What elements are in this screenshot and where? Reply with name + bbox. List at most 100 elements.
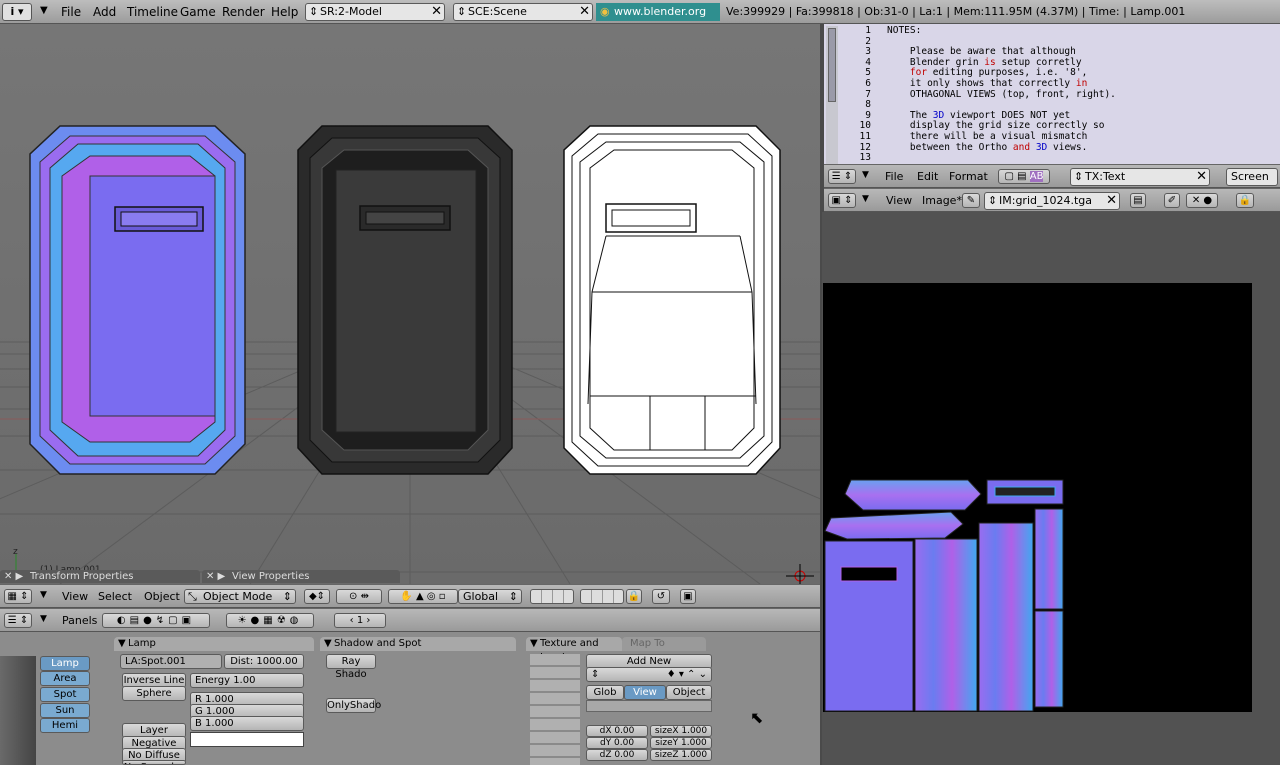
close-icon[interactable]: ✕ [1196,169,1207,184]
text-menu-edit[interactable]: Edit [917,170,938,183]
shaded-mesh[interactable] [297,125,513,475]
transform-properties-panel[interactable]: ✕ ▶ Transform Properties [0,570,200,583]
text-datablock-field[interactable]: ⇕ TX:Text ✕ [1070,168,1210,186]
lamp-type-spot[interactable]: Spot [40,687,90,702]
wireframe-mesh[interactable] [563,125,781,475]
no-specular-button[interactable]: No Specular [122,760,186,765]
shading-subcontext-buttons[interactable]: ☀●▦☢◍ [226,613,314,628]
menu-add[interactable]: Add [93,5,116,19]
layer-buttons-1[interactable] [530,589,574,604]
texture-browse[interactable]: ⇕ ♦ ▾ ⌃ ⌄ [586,667,712,682]
blender-url-badge[interactable]: ◉ www.blender.org 247 [596,3,720,36]
screen-selector[interactable]: ⇕ SR:2-Model ✕ [305,3,445,21]
manipulator-icons[interactable]: ✋ ▲ ◎ ▫ [388,589,458,604]
context-buttons[interactable]: ◐▤●↯▢▣ [102,613,210,628]
pin-icon[interactable]: ✎ [962,193,980,208]
texture-channel-list[interactable] [530,654,580,765]
dy-field[interactable]: dY 0.00 [586,737,648,749]
collapse-icon[interactable]: ▼ [40,5,48,16]
only-shadow-button[interactable]: OnlyShado [326,698,381,713]
lamp-color-swatch[interactable] [190,732,304,747]
collapse-icon[interactable]: ▼ [40,590,47,600]
menu-select[interactable]: Select [98,590,132,603]
dx-field[interactable]: dX 0.00 [586,725,648,737]
texture-panel-tab[interactable]: ▼Texture and Input [526,637,622,663]
render-icon[interactable]: ▣ [680,589,696,604]
frame-field[interactable]: ‹ 1 › [334,613,386,628]
sizez-field[interactable]: sizeZ 1.000 [650,749,712,761]
shadow-panel-tab[interactable]: ▼ Shadow and Spot [320,637,516,651]
sizex-field[interactable]: sizeX 1.000 [650,725,712,737]
image-datablock-field[interactable]: ⇕ IM:grid_1024.tga ✕ [984,192,1120,210]
close-icon[interactable]: ✕ ▶ [206,570,225,583]
scrollbar-thumb[interactable] [828,28,836,102]
lamp-type-sun[interactable]: Sun [40,703,90,718]
normal-map-texture [824,479,1064,712]
image-browse-icon[interactable]: ▤ [1130,193,1146,208]
text-menu-format[interactable]: Format [949,170,988,183]
collapse-icon[interactable]: ▼ [862,194,869,204]
lock-icon[interactable]: 🔒 [1236,193,1254,208]
menu-view[interactable]: View [62,590,88,603]
draw-type-icon[interactable]: ◆⇕ [304,589,330,604]
object-button[interactable]: Object [666,685,712,700]
info-icon[interactable]: i ▾ [2,3,32,21]
view-button[interactable]: View [624,685,666,700]
editor-type-buttons-icon[interactable]: ☰ ⇕ [4,613,32,628]
lamp-type-area[interactable]: Area [40,671,90,686]
draw-tools-icons[interactable]: ✕ ● [1186,193,1218,208]
menu-timeline[interactable]: Timeline [127,5,178,19]
lamp-name-field[interactable]: LA:Spot.001 [120,654,222,669]
lock-icon[interactable]: 🔒 [626,589,642,604]
close-icon[interactable]: ✕ [1106,193,1117,208]
energy-slider[interactable]: Energy 1.00 [190,673,304,688]
object-field[interactable] [586,700,712,712]
orientation-selector[interactable]: Global ⇕ [458,589,522,604]
pivot-icon[interactable]: ⊙ ⇹ [336,589,382,604]
text-menu-file[interactable]: File [885,170,903,183]
collapse-icon[interactable]: ▼ [40,614,47,624]
dz-field[interactable]: dZ 0.00 [586,749,648,761]
arrows-icon: ⇕ [457,5,467,18]
arrows-icon: ⇕ [508,590,518,603]
scene-selector[interactable]: ⇕ SCE:Scene ✕ [453,3,593,21]
glob-button[interactable]: Glob [586,685,624,700]
editor-type-text-icon[interactable]: ☰ ⇕ [828,169,856,184]
text-view-toggles[interactable]: ▢ ▤ AB [998,169,1050,184]
undo-icon[interactable]: ↺ [652,589,670,604]
menu-panels[interactable]: Panels [62,614,97,627]
menu-file[interactable]: File [61,5,81,19]
line-number: 6 [865,77,871,89]
3d-viewport[interactable]: z (1) Lamp.001 ✕ ▶Transform Properties ✕… [0,24,820,584]
uv-image[interactable] [823,283,1252,712]
menu-object[interactable]: Object [144,590,180,603]
menu-game[interactable]: Game [180,5,216,19]
ray-shadow-button[interactable]: Ray Shado [326,654,376,680]
menu-render[interactable]: Render [222,5,265,19]
screen-field[interactable]: Screen 1 [1226,168,1278,199]
paint-icon[interactable]: ✐ [1164,193,1180,208]
close-icon[interactable]: ✕ ▶ [4,570,23,583]
sphere-button[interactable]: Sphere [122,686,186,701]
view-properties-panel[interactable]: ✕ ▶ View Properties [202,570,400,583]
close-icon[interactable]: ✕ [579,4,590,19]
map-to-tab[interactable]: Map To [622,637,706,651]
collapse-icon[interactable]: ▼ [862,170,869,180]
image-menu-view[interactable]: View [886,194,912,207]
lamp-type-lamp[interactable]: Lamp [40,656,90,671]
lamp-type-hemi[interactable]: Hemi [40,718,90,733]
mode-selector[interactable]: ⤡ Object Mode ⇕ [184,589,296,604]
layer-buttons-2[interactable] [580,589,624,604]
lamp-preview [0,656,36,765]
editor-type-image-icon[interactable]: ▣ ⇕ [828,193,856,208]
sizey-field[interactable]: sizeY 1.000 [650,737,712,749]
lamp-panel-tab[interactable]: ▼ Lamp [114,637,314,651]
image-menu-image[interactable]: Image* [922,194,962,207]
close-icon[interactable]: ✕ [431,4,442,19]
menu-help[interactable]: Help [271,5,298,19]
color-b-slider[interactable]: B 1.000 [190,716,304,731]
normal-mapped-mesh[interactable] [29,125,246,475]
dist-field[interactable]: Dist: 1000.00 [224,654,304,669]
editor-type-grid-icon[interactable]: ▦ ⇕ [4,589,32,604]
text-scrollbar[interactable] [826,26,838,164]
